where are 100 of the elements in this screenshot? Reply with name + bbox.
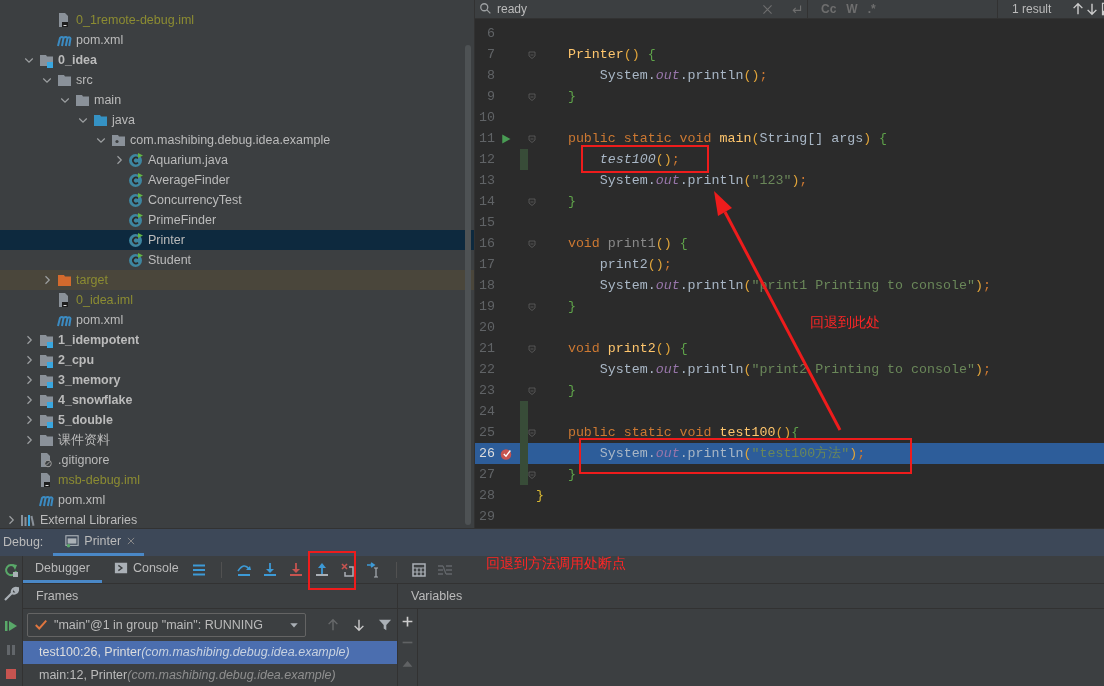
module-folder-icon: [38, 372, 54, 388]
line-number: 24: [478, 402, 495, 421]
caret-icon: [289, 620, 299, 630]
line-number: 6: [486, 24, 495, 43]
tree-item[interactable]: com.mashibing.debug.idea.example: [0, 130, 474, 150]
down-arrow-icon[interactable]: [352, 618, 366, 632]
debugger-tab[interactable]: Console: [101, 556, 191, 583]
frame-row[interactable]: test100:26, Printer(com.mashibing.debug.idea.example): [23, 641, 397, 664]
code-text: test100();: [599, 150, 680, 169]
code-text: }: [567, 297, 576, 316]
tree-item[interactable]: 1_idempotent: [0, 330, 474, 350]
tree-item[interactable]: main: [0, 90, 474, 110]
tree-item[interactable]: pom.xml: [0, 30, 474, 50]
tree-item[interactable]: ConcurrencyTest: [0, 190, 474, 210]
debug-tab[interactable]: Printer: [53, 529, 145, 556]
annotation-text: 回退到此处: [810, 313, 880, 332]
thread-dropdown[interactable]: "main"@1 in group "main": RUNNING: [27, 613, 306, 637]
tree-item[interactable]: 2_cpu: [0, 350, 474, 370]
fold-icon[interactable]: [528, 385, 536, 396]
tree-item[interactable]: 5_double: [0, 410, 474, 430]
step-out-icon[interactable]: [313, 561, 330, 578]
tree-item[interactable]: msb-debug.iml: [0, 470, 474, 490]
tree-item[interactable]: External Libraries: [0, 510, 474, 528]
tree-item[interactable]: 0_idea: [0, 50, 474, 70]
window-icon: [65, 534, 80, 548]
tree-item[interactable]: 3_memory: [0, 370, 474, 390]
tree-item[interactable]: pom.xml: [0, 310, 474, 330]
stop-icon[interactable]: [3, 666, 19, 682]
fold-icon[interactable]: [528, 301, 536, 312]
line-number: 15: [478, 213, 495, 232]
step-into-icon[interactable]: [287, 561, 304, 578]
calculator-icon[interactable]: [410, 561, 427, 578]
search-field[interactable]: ready: [497, 0, 757, 18]
tree-item[interactable]: .gitignore: [0, 450, 474, 470]
code-text: System.out.println();: [599, 66, 768, 85]
panel-label: Debug:: [2, 534, 45, 552]
tree-item[interactable]: java: [0, 110, 474, 130]
tree-item[interactable]: 0_idea.iml: [0, 290, 474, 310]
frame-row[interactable]: main:12, Printer(com.mashibing.debug.idea.example): [23, 664, 397, 686]
down-arrow-icon[interactable]: [1085, 2, 1100, 16]
fold-icon[interactable]: [528, 196, 536, 207]
line-number: 9: [486, 87, 495, 106]
close-icon[interactable]: [126, 536, 137, 546]
module-folder-icon: [38, 412, 54, 428]
code-text: System.out.println("test100方法");: [599, 444, 866, 463]
drop-frame-icon[interactable]: [339, 561, 356, 578]
fold-icon[interactable]: [528, 133, 536, 144]
fold-icon[interactable]: [528, 469, 536, 480]
tree-item[interactable]: PrimeFinder: [0, 210, 474, 230]
code-text: print2();: [599, 255, 672, 274]
line-number: 29: [478, 507, 495, 526]
folder-icon: [74, 92, 90, 108]
tree-item[interactable]: 课件资料: [0, 430, 474, 450]
newline-icon[interactable]: [790, 2, 803, 16]
line-number: 14: [478, 192, 495, 211]
line-number: 13: [478, 171, 495, 190]
tree-item[interactable]: Student: [0, 250, 474, 270]
code-text: void print1() {: [567, 234, 688, 253]
step-into-icon[interactable]: [261, 561, 278, 578]
line-number: 7: [486, 45, 495, 64]
resume-icon[interactable]: [3, 618, 19, 634]
debugger-tab[interactable]: Debugger: [23, 556, 102, 583]
console-icon: [113, 561, 128, 575]
tree-item[interactable]: src: [0, 70, 474, 90]
class-icon: [128, 232, 144, 248]
module-folder-icon: [38, 392, 54, 408]
tree-item[interactable]: AverageFinder: [0, 170, 474, 190]
package-name: (com.mashibing.debug.idea.example): [127, 667, 336, 685]
run-icon[interactable]: [500, 132, 512, 145]
line-number: 8: [486, 66, 495, 85]
tree-item[interactable]: pom.xml: [0, 490, 474, 510]
ignored-file-icon: [38, 452, 54, 468]
line-number: 12: [478, 150, 495, 169]
fold-icon[interactable]: [528, 49, 536, 60]
add-icon[interactable]: [401, 615, 414, 628]
panel-title: Variables: [411, 587, 463, 605]
code-text: }: [567, 465, 576, 484]
panel-title: Frames: [36, 587, 79, 605]
scrollbar-thumb[interactable]: [465, 45, 471, 525]
wrench-icon[interactable]: [3, 586, 19, 602]
tree-item[interactable]: 0_1remote-debug.iml: [0, 10, 474, 30]
clear-icon[interactable]: [761, 2, 774, 16]
fold-icon[interactable]: [528, 238, 536, 249]
fold-icon[interactable]: [528, 427, 536, 438]
class-icon: [128, 212, 144, 228]
line-number: 21: [478, 339, 495, 358]
code-text: }: [536, 486, 544, 505]
folder-icon: [38, 432, 54, 448]
module-folder-icon: [38, 52, 54, 68]
breakpoint-icon[interactable]: [499, 446, 513, 461]
tree-item[interactable]: Aquarium.java: [0, 150, 474, 170]
fold-icon[interactable]: [528, 343, 536, 354]
fold-icon[interactable]: [528, 91, 536, 102]
rerun-icon[interactable]: [3, 562, 19, 578]
line-number: 22: [478, 360, 495, 379]
tree-item[interactable]: 4_snowflake: [0, 390, 474, 410]
up-arrow-icon[interactable]: [1071, 2, 1086, 16]
code-text: }: [567, 381, 576, 400]
tree-item[interactable]: Printer: [0, 230, 474, 250]
line-number: 26: [478, 444, 495, 463]
